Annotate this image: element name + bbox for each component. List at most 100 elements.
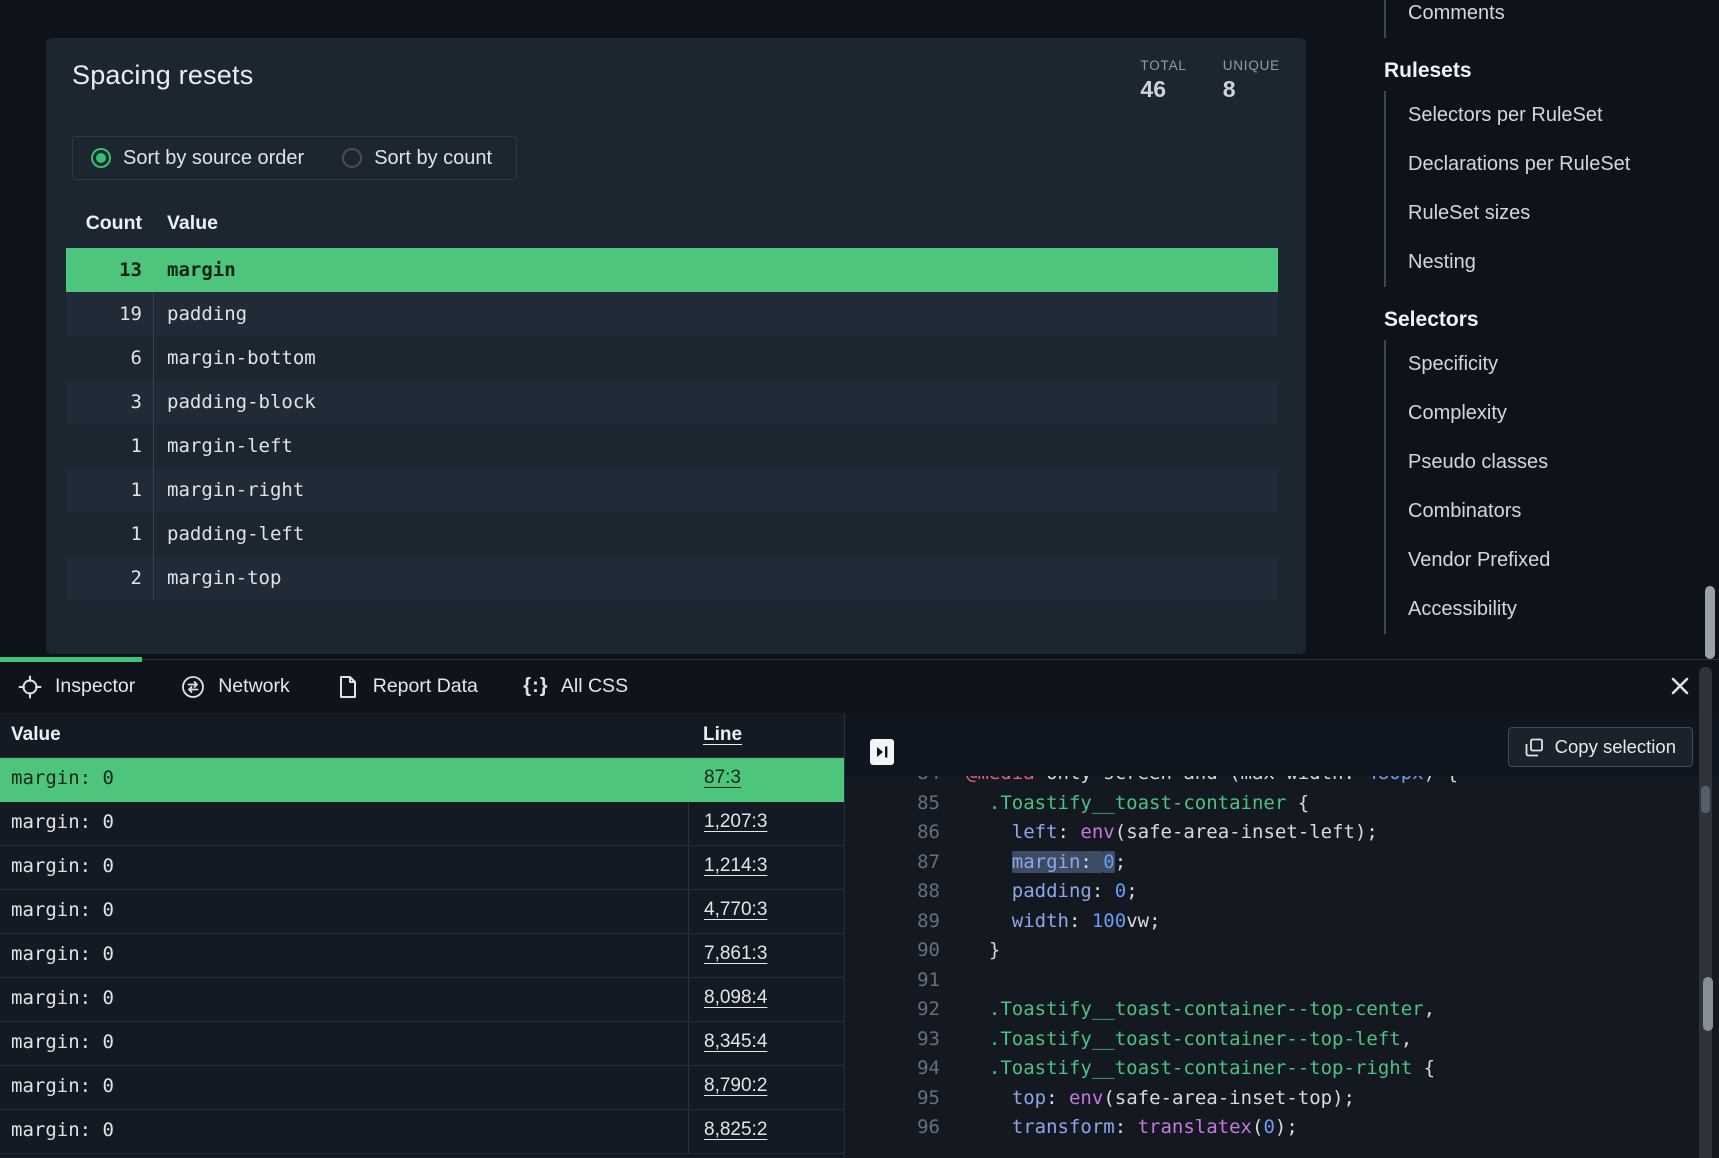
sidebar-nav: CommentsRulesetsSelectors per RuleSetDec…	[1384, 0, 1699, 634]
page-scrollbar-thumb[interactable]	[1703, 977, 1713, 1031]
code-toolbar: Copy selection	[846, 713, 1719, 776]
line-number: 90	[846, 936, 966, 966]
inspector-row[interactable]: margin: 0 4,770:3	[0, 890, 844, 934]
table-row[interactable]: 13margin	[66, 248, 1278, 292]
radio-icon[interactable]	[342, 148, 362, 168]
table-row[interactable]: 19padding	[66, 292, 1278, 336]
sidebar-item-pseudo-classes[interactable]: Pseudo classes	[1408, 438, 1699, 487]
sort-options-group: Sort by source order Sort by count	[72, 136, 517, 180]
code-text: left: env(safe-area-inset-left);	[966, 818, 1378, 848]
inspector-row[interactable]: margin: 0 8,345:4	[0, 1022, 844, 1066]
tab-inspector[interactable]: Inspector	[18, 675, 135, 699]
inspector-row[interactable]: margin: 0 7,861:3	[0, 934, 844, 978]
sidebar-item-complexity[interactable]: Complexity	[1408, 389, 1699, 438]
sidebar-item-ruleset-sizes[interactable]: RuleSet sizes	[1408, 189, 1699, 238]
table-row[interactable]: 1margin-left	[66, 424, 1278, 468]
sidebar-item-declarations-per-ruleset[interactable]: Declarations per RuleSet	[1408, 140, 1699, 189]
code-text: }	[966, 936, 1000, 966]
row-value: margin	[153, 248, 1278, 292]
declaration-value: margin: 0	[11, 943, 114, 965]
tab-network[interactable]: Network	[181, 675, 290, 699]
radio-icon[interactable]	[91, 148, 111, 168]
line-link[interactable]: 1,214:3	[704, 855, 767, 877]
table-row[interactable]: 2margin-top	[66, 556, 1278, 600]
transfer-icon	[181, 675, 205, 699]
close-panel-button[interactable]	[1667, 673, 1693, 699]
copy-selection-button[interactable]: Copy selection	[1508, 727, 1693, 767]
code-viewer-pane: Copy selection 84@media only screen and …	[846, 713, 1719, 1158]
inspector-row[interactable]: margin: 08,790:2	[0, 1066, 844, 1110]
sidebar-item-vendor-prefixed[interactable]: Vendor Prefixed	[1408, 536, 1699, 585]
sidebar-item-accessibility[interactable]: Accessibility	[1408, 585, 1699, 634]
sidebar-item-specificity[interactable]: Specificity	[1408, 340, 1699, 389]
code-line[interactable]: 92 .Toastify__toast-container--top-cente…	[846, 995, 1699, 1025]
code-line[interactable]: 93 .Toastify__toast-container--top-left,	[846, 1025, 1699, 1055]
inspector-row[interactable]: margin: 08,098:4	[0, 978, 844, 1022]
line-link[interactable]: 1,207:3	[704, 811, 767, 833]
line-number: 89	[846, 907, 966, 937]
line-link[interactable]: 7,861:3	[704, 943, 767, 965]
line-link[interactable]: 8,790:2	[704, 1075, 767, 1097]
code-scrollbar-thumb[interactable]	[1701, 786, 1710, 813]
code-line[interactable]: 84@media only screen and (max-width: 480…	[846, 776, 1699, 789]
stat-label: TOTAL	[1140, 58, 1186, 73]
declaration-value: margin: 0	[11, 1119, 114, 1141]
stats: TOTAL46UNIQUE8	[1140, 58, 1280, 103]
table-row[interactable]: 1padding-left	[66, 512, 1278, 556]
code-line[interactable]: 94 .Toastify__toast-container--top-right…	[846, 1054, 1699, 1084]
line-number: 85	[846, 789, 966, 819]
table-row[interactable]: 1margin-right	[66, 468, 1278, 512]
sidebar-item-nesting[interactable]: Nesting	[1408, 238, 1699, 287]
code-text: width: 100vw;	[966, 907, 1161, 937]
code-text: .Toastify__toast-container--top-left,	[966, 1025, 1412, 1055]
sort-option[interactable]: Sort by source order	[91, 147, 304, 170]
inspector-row[interactable]: margin: 0 8,825:2	[0, 1110, 844, 1154]
inspector-row[interactable]: margin: 01,214:3	[0, 846, 844, 890]
row-count: 6	[66, 347, 142, 369]
line-link[interactable]: 8,345:4	[704, 1031, 767, 1053]
code-line[interactable]: 88 padding: 0;	[846, 877, 1699, 907]
code-text: top: env(safe-area-inset-top);	[966, 1084, 1355, 1114]
line-link[interactable]: 4,770:3	[704, 899, 767, 921]
tab-report-data[interactable]: Report Data	[336, 675, 478, 699]
sidebar-scrollbar-thumb[interactable]	[1705, 586, 1715, 659]
line-link[interactable]: 8,098:4	[704, 987, 767, 1009]
line-link[interactable]: 8,825:2	[704, 1119, 767, 1141]
code-line[interactable]: 87 margin: 0;	[846, 848, 1699, 878]
sidebar-item-comments[interactable]: Comments	[1408, 0, 1699, 38]
line-number: 84	[846, 776, 966, 789]
declaration-value: margin: 0	[11, 899, 114, 921]
line-link[interactable]: 87:3	[704, 767, 741, 789]
code-line[interactable]: 91	[846, 966, 1699, 996]
row-count: 1	[66, 523, 142, 545]
line-cell: 8,825:2	[688, 1110, 845, 1153]
sidebar-item-combinators[interactable]: Combinators	[1408, 487, 1699, 536]
sidebar-item-selectors-per-ruleset[interactable]: Selectors per RuleSet	[1408, 91, 1699, 140]
code-line[interactable]: 96 transform: translatex(0);	[846, 1113, 1699, 1143]
tab-label: Network	[218, 675, 290, 698]
value-column-header: Value	[11, 724, 61, 746]
code-line[interactable]: 90 }	[846, 936, 1699, 966]
code-line[interactable]: 86 left: env(safe-area-inset-left);	[846, 818, 1699, 848]
code-line[interactable]: 89 width: 100vw;	[846, 907, 1699, 937]
code-scroll-area[interactable]: 84@media only screen and (max-width: 480…	[846, 776, 1699, 1158]
sort-option[interactable]: Sort by count	[342, 147, 492, 170]
inspector-results-table: Value Line margin: 087:3margin: 01,207:3…	[0, 713, 845, 1158]
tab-all-css[interactable]: {:}All CSS	[524, 675, 628, 699]
table-row[interactable]: 3padding-block	[66, 380, 1278, 424]
line-number: 86	[846, 818, 966, 848]
inspector-table-header: Value Line	[0, 713, 844, 758]
inspector-row[interactable]: margin: 01,207:3	[0, 802, 844, 846]
row-count: 19	[66, 303, 142, 325]
code-text: @media only screen and (max-width: 480px…	[966, 776, 1458, 789]
spacing-table: 13margin19padding6margin-bottom3padding-…	[66, 248, 1278, 600]
declaration-value: margin: 0	[11, 1031, 114, 1053]
line-number: 92	[846, 995, 966, 1025]
table-row[interactable]: 6margin-bottom	[66, 336, 1278, 380]
code-line[interactable]: 85 .Toastify__toast-container {	[846, 789, 1699, 819]
code-scrollbar-track[interactable]	[1699, 667, 1712, 1158]
line-column-header[interactable]: Line	[703, 724, 742, 746]
expand-sidebar-button[interactable]	[870, 739, 894, 765]
code-line[interactable]: 95 top: env(safe-area-inset-top);	[846, 1084, 1699, 1114]
inspector-row[interactable]: margin: 087:3	[0, 758, 844, 802]
